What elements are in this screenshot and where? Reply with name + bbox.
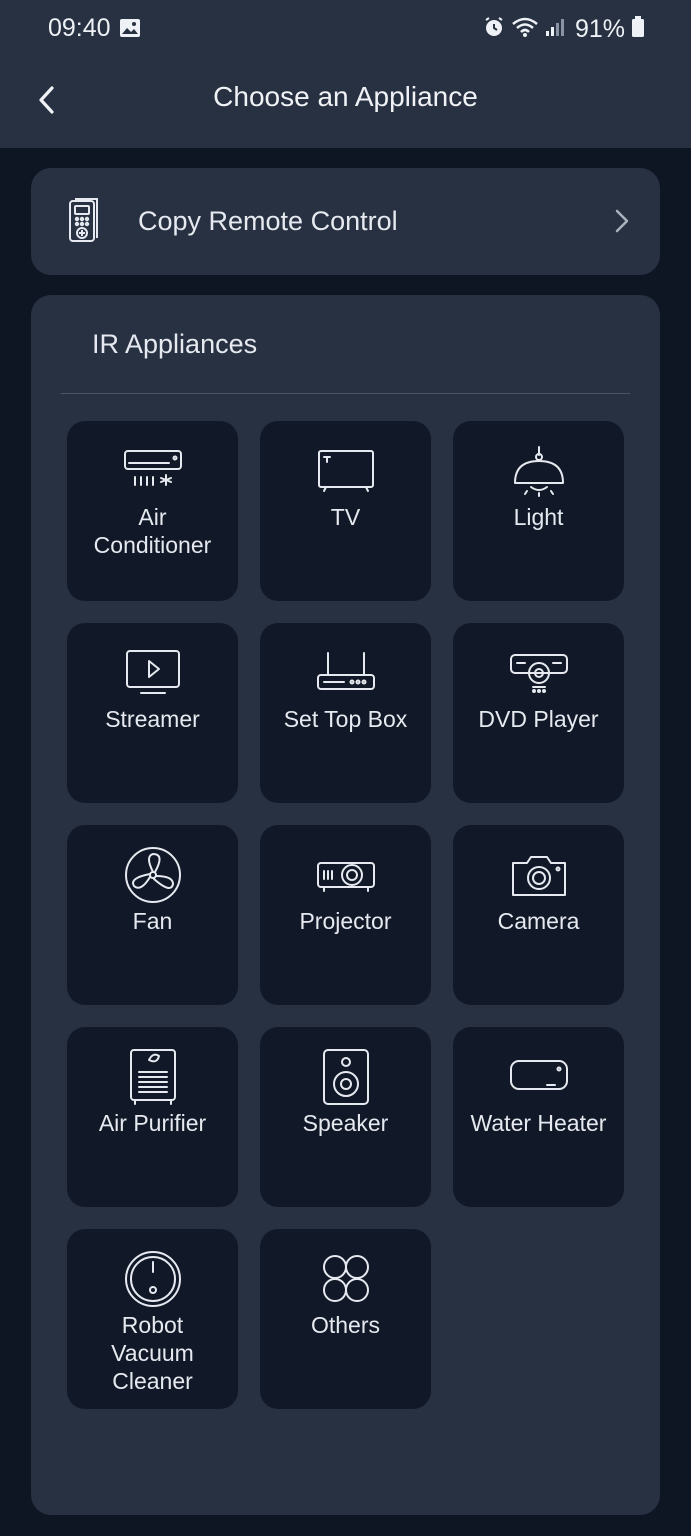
appliance-label: Projector bbox=[299, 908, 392, 934]
appliance-label: Light bbox=[513, 504, 564, 530]
appliance-label: Others bbox=[310, 1312, 381, 1338]
section-title: IR Appliances bbox=[92, 329, 258, 359]
appliance-label: DVD Player bbox=[478, 706, 599, 732]
appliance-projector[interactable]: Projector bbox=[260, 825, 431, 1005]
appliance-air-purifier[interactable]: Air Purifier bbox=[67, 1027, 238, 1207]
appliance-others[interactable]: Others bbox=[260, 1229, 431, 1409]
appliance-label: Fan bbox=[132, 908, 173, 934]
appliance-label: Camera bbox=[497, 908, 580, 934]
app-bar: Choose an Appliance bbox=[0, 60, 691, 148]
appliance-label: TV bbox=[330, 504, 361, 530]
camera-icon bbox=[507, 849, 571, 901]
appliance-water-heater[interactable]: Water Heater bbox=[453, 1027, 624, 1207]
appliance-camera[interactable]: Camera bbox=[453, 825, 624, 1005]
speaker-icon bbox=[314, 1049, 378, 1105]
ir-appliances-panel: IR Appliances Air Conditioner TV Light S… bbox=[31, 295, 660, 1515]
status-icons: 91% bbox=[483, 15, 645, 44]
streamer-icon bbox=[121, 647, 185, 699]
status-time: 09:40 bbox=[48, 14, 111, 42]
appliance-label: Robot Vacuum Cleaner bbox=[111, 1312, 194, 1394]
signal-icon bbox=[545, 17, 565, 42]
appliance-air-conditioner[interactable]: Air Conditioner bbox=[67, 421, 238, 601]
appliance-tv[interactable]: TV bbox=[260, 421, 431, 601]
water-heater-icon bbox=[507, 1051, 571, 1103]
appliance-label: Set Top Box bbox=[283, 706, 408, 732]
battery-icon bbox=[631, 16, 645, 43]
copy-remote-label: Copy Remote Control bbox=[138, 206, 398, 236]
air-conditioner-icon bbox=[121, 445, 185, 497]
gallery-notification-icon bbox=[119, 18, 141, 43]
appliance-light[interactable]: Light bbox=[453, 421, 624, 601]
wifi-icon bbox=[511, 16, 539, 43]
projector-icon bbox=[314, 849, 378, 901]
appliance-label: Air Conditioner bbox=[93, 504, 212, 558]
appliance-dvd-player[interactable]: DVD Player bbox=[453, 623, 624, 803]
divider bbox=[61, 393, 630, 394]
page-title: Choose an Appliance bbox=[213, 81, 478, 112]
copy-remote-control-button[interactable]: Copy Remote Control bbox=[31, 168, 660, 275]
appliance-label: Streamer bbox=[105, 706, 200, 732]
remote-control-icon bbox=[67, 196, 101, 249]
robot-vacuum-icon bbox=[121, 1251, 185, 1307]
set-top-box-icon bbox=[314, 647, 378, 699]
air-purifier-icon bbox=[121, 1049, 185, 1105]
others-icon bbox=[314, 1253, 378, 1305]
appliance-streamer[interactable]: Streamer bbox=[67, 623, 238, 803]
appliance-label: Water Heater bbox=[470, 1110, 607, 1136]
light-icon bbox=[507, 445, 571, 497]
appliance-speaker[interactable]: Speaker bbox=[260, 1027, 431, 1207]
appliance-grid: Air Conditioner TV Light Streamer Set To bbox=[67, 421, 624, 1409]
battery-percent: 91% bbox=[574, 15, 625, 43]
fan-icon bbox=[121, 847, 185, 903]
chevron-right-icon bbox=[614, 208, 630, 239]
status-bar: 09:40 91% bbox=[0, 0, 691, 60]
appliance-set-top-box[interactable]: Set Top Box bbox=[260, 623, 431, 803]
appliance-robot-vacuum-cleaner[interactable]: Robot Vacuum Cleaner bbox=[67, 1229, 238, 1409]
appliance-label: Speaker bbox=[302, 1110, 389, 1136]
dvd-player-icon bbox=[507, 647, 571, 699]
tv-icon bbox=[314, 445, 378, 497]
appliance-fan[interactable]: Fan bbox=[67, 825, 238, 1005]
alarm-icon bbox=[483, 16, 505, 43]
appliance-label: Air Purifier bbox=[98, 1110, 207, 1136]
